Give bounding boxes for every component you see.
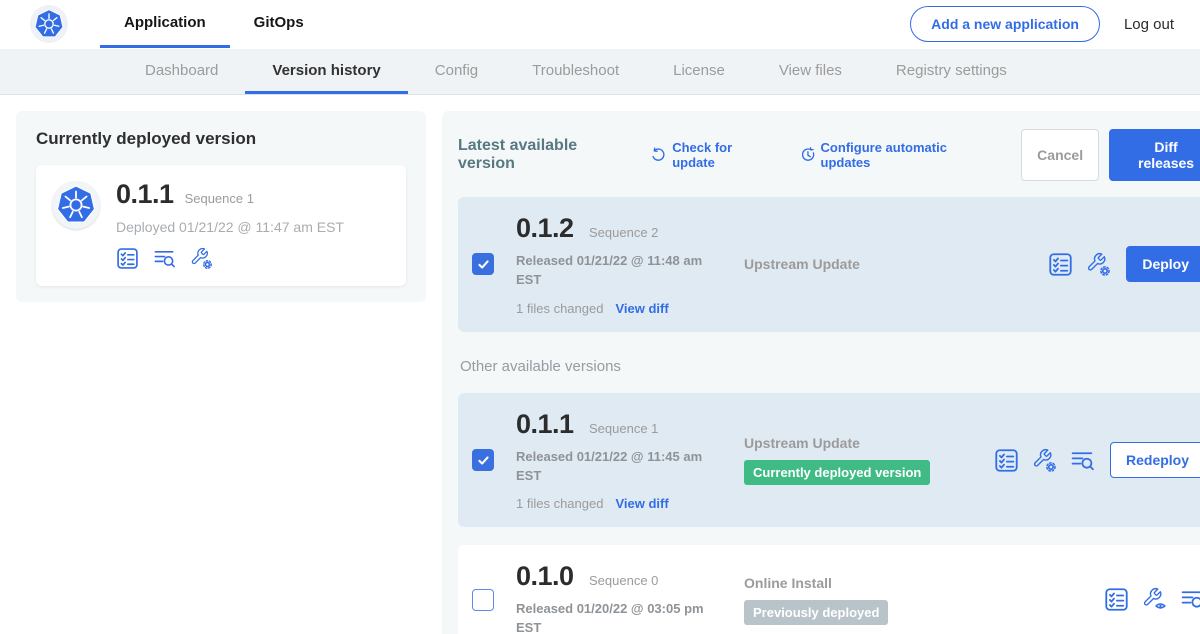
version-row: 0.1.0 Sequence 0 Released 01/20/22 @ 03:… <box>458 545 1200 634</box>
latest-version-heading: Latest available version <box>458 137 637 173</box>
released-date-label: Released 01/20/22 @ 03:05 pm EST <box>516 600 716 634</box>
main-content: Currently deployed version 0.1.1 Sequenc… <box>0 95 1200 634</box>
latest-version-header: Latest available version Check for updat… <box>458 129 1200 181</box>
status-badge: Currently deployed version <box>744 460 930 485</box>
preflight-checklist-icon[interactable] <box>116 247 139 270</box>
sequence-label: Sequence 2 <box>589 225 658 240</box>
other-versions-heading: Other available versions <box>460 358 1200 375</box>
kubernetes-icon <box>56 185 96 225</box>
deployed-version-card: 0.1.1 Sequence 1 Deployed 01/21/22 @ 11:… <box>36 165 406 286</box>
version-source-label: Upstream Update <box>744 435 994 451</box>
deployed-date-label: Deployed 01/21/22 @ 11:47 am EST <box>116 219 344 235</box>
released-date-label: Released 01/21/22 @ 11:45 am EST <box>516 448 716 486</box>
version-row-actions <box>994 448 1095 473</box>
view-diff-link[interactable]: View diff <box>615 301 668 316</box>
app-sub-navbar: DashboardVersion historyConfigTroublesho… <box>0 49 1200 95</box>
preflight-checklist-icon[interactable] <box>1104 587 1129 612</box>
cancel-button[interactable]: Cancel <box>1021 129 1099 181</box>
version-history-panel: Latest available version Check for updat… <box>442 111 1200 634</box>
version-row-actions <box>1048 252 1111 277</box>
diff-releases-button[interactable]: Diff releases <box>1109 129 1200 181</box>
subtab-config[interactable]: Config <box>408 49 505 94</box>
redeploy-button[interactable]: Redeploy <box>1110 442 1200 478</box>
version-checkbox[interactable] <box>472 449 494 471</box>
subtab-version-history[interactable]: Version history <box>245 49 407 94</box>
config-wrench-gear-icon[interactable] <box>1032 448 1057 473</box>
subtab-dashboard[interactable]: Dashboard <box>118 49 245 94</box>
version-label: 0.1.0 <box>516 561 574 591</box>
version-row: 0.1.1 Sequence 1 Released 01/21/22 @ 11:… <box>458 393 1200 528</box>
preflight-checklist-icon[interactable] <box>1048 252 1073 277</box>
subtab-registry-settings[interactable]: Registry settings <box>869 49 1034 94</box>
version-label: 0.1.1 <box>116 179 174 210</box>
view-logs-magnifier-icon[interactable] <box>1070 448 1095 473</box>
view-diff-link[interactable]: View diff <box>615 496 668 511</box>
logout-button[interactable]: Log out <box>1124 16 1174 33</box>
deploy-button[interactable]: Deploy <box>1126 246 1200 282</box>
check-icon <box>476 257 491 272</box>
version-label: 0.1.2 <box>516 213 574 243</box>
version-checkbox[interactable] <box>472 589 494 611</box>
version-row-actions <box>1104 587 1200 612</box>
deployed-version-actions <box>116 247 344 270</box>
status-badge: Previously deployed <box>744 600 888 625</box>
configure-automatic-updates-link[interactable]: Configure automatic updates <box>800 140 1000 170</box>
refresh-icon <box>651 147 667 163</box>
subtab-troubleshoot[interactable]: Troubleshoot <box>505 49 646 94</box>
config-wrench-gear-icon[interactable] <box>190 247 213 270</box>
app-logo <box>52 181 100 229</box>
version-checkbox[interactable] <box>472 253 494 275</box>
currently-deployed-panel: Currently deployed version 0.1.1 Sequenc… <box>16 111 426 302</box>
subtab-license[interactable]: License <box>646 49 752 94</box>
top-nav-tabs: ApplicationGitOps <box>100 0 328 48</box>
add-new-application-button[interactable]: Add a new application <box>910 6 1100 42</box>
clock-refresh-icon <box>800 147 816 163</box>
version-row: 0.1.2 Sequence 2 Released 01/21/22 @ 11:… <box>458 197 1200 332</box>
files-changed-label: 1 files changed <box>516 301 603 316</box>
kubernetes-logo[interactable] <box>30 5 68 43</box>
version-source-label: Upstream Update <box>744 256 994 272</box>
check-for-update-link[interactable]: Check for update <box>651 140 777 170</box>
view-logs-magnifier-icon[interactable] <box>1180 587 1200 612</box>
check-icon <box>476 453 491 468</box>
top-tab-gitops[interactable]: GitOps <box>230 0 328 48</box>
version-label: 0.1.1 <box>516 409 574 439</box>
sequence-label: Sequence 0 <box>589 573 658 588</box>
files-changed-label: 1 files changed <box>516 496 603 511</box>
view-logs-magnifier-icon[interactable] <box>153 247 176 270</box>
top-navbar: ApplicationGitOps Add a new application … <box>0 0 1200 49</box>
subtab-view-files[interactable]: View files <box>752 49 869 94</box>
config-wrench-eye-icon[interactable] <box>1142 587 1167 612</box>
version-source-label: Online Install <box>744 575 994 591</box>
top-tab-application[interactable]: Application <box>100 0 230 48</box>
sequence-label: Sequence 1 <box>185 191 254 206</box>
preflight-checklist-icon[interactable] <box>994 448 1019 473</box>
released-date-label: Released 01/21/22 @ 11:48 am EST <box>516 252 716 290</box>
kubernetes-icon <box>34 9 64 39</box>
currently-deployed-heading: Currently deployed version <box>36 129 406 149</box>
sequence-label: Sequence 1 <box>589 421 658 436</box>
config-wrench-gear-icon[interactable] <box>1086 252 1111 277</box>
